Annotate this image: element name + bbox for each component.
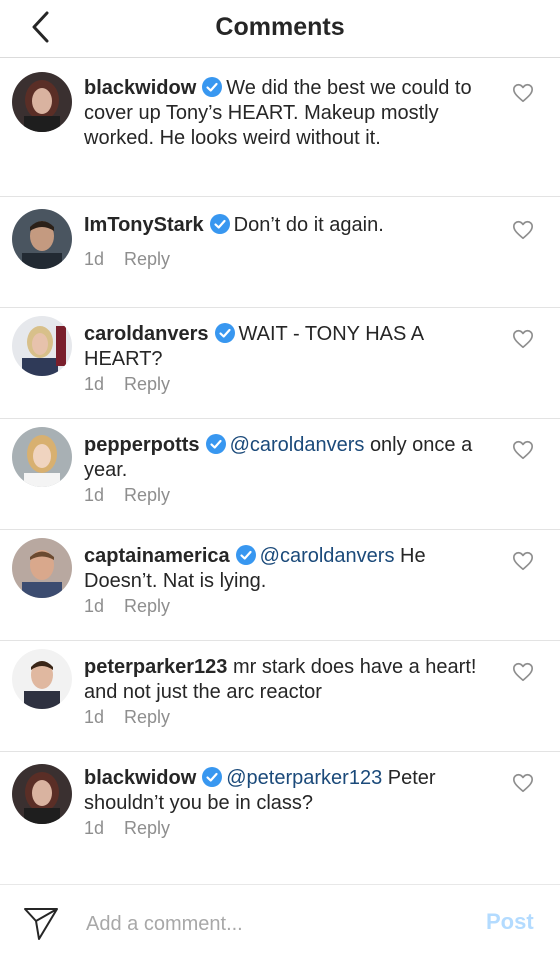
reply-button[interactable]: Reply	[124, 596, 170, 616]
comment-mention[interactable]: @peterparker123	[226, 767, 382, 789]
reply-button[interactable]: Reply	[124, 818, 170, 838]
comment-username[interactable]: peterparker123	[84, 656, 227, 678]
reply-button[interactable]: Reply	[124, 707, 170, 727]
blackwidow-avatar-icon	[12, 764, 72, 824]
comment-mention[interactable]: @caroldanvers	[230, 434, 365, 456]
comment-item: blackwidow We did the best we could to co…	[0, 58, 560, 197]
heart-icon[interactable]	[512, 772, 534, 794]
comment-time: 1d	[84, 249, 105, 269]
comment-meta: 1d Reply	[84, 596, 170, 617]
comment-time: 1d	[84, 707, 105, 727]
verified-badge-icon	[202, 77, 223, 97]
pepper-potts-avatar-icon	[12, 427, 72, 487]
header-bar: Comments	[0, 0, 560, 58]
page-title: Comments	[215, 13, 345, 41]
blackwidow-avatar-icon	[12, 72, 72, 132]
comment-item: captainamerica @caroldanvers He Doesn’t. …	[0, 530, 560, 641]
comment-body: peterparker123 mr stark does have a hear…	[84, 655, 504, 705]
comment-time: 1d	[84, 818, 105, 838]
heart-icon[interactable]	[512, 439, 534, 461]
comment-item: blackwidow @peterparker123 Peter shouldn’…	[0, 752, 560, 863]
carol-danvers-avatar-icon	[12, 316, 72, 376]
heart-icon[interactable]	[512, 661, 534, 683]
post-button[interactable]: Post	[486, 909, 534, 935]
tony-stark-avatar-icon	[12, 209, 72, 269]
comments-list: blackwidow We did the best we could to co…	[0, 58, 560, 863]
verified-badge-icon	[214, 323, 235, 343]
comment-time: 1d	[84, 596, 105, 616]
reply-button[interactable]: Reply	[124, 485, 170, 505]
comment-text: Don’t do it again.	[233, 214, 384, 236]
comment-username[interactable]: blackwidow	[84, 77, 196, 99]
comment-item: pepperpotts @caroldanvers only once a yea…	[0, 419, 560, 530]
comment-body: blackwidow We did the best we could to co…	[84, 76, 504, 151]
paper-plane-icon[interactable]	[22, 905, 60, 941]
comment-username[interactable]: captainamerica	[84, 545, 230, 567]
avatar[interactable]	[12, 316, 72, 376]
avatar[interactable]	[12, 427, 72, 487]
heart-icon[interactable]	[512, 219, 534, 241]
verified-badge-icon	[205, 434, 226, 454]
comment-input[interactable]	[84, 905, 468, 943]
comment-body: ImTonyStark Don’t do it again.	[84, 213, 504, 238]
captain-america-avatar-icon	[12, 538, 72, 598]
avatar[interactable]	[12, 538, 72, 598]
heart-icon[interactable]	[512, 328, 534, 350]
verified-badge-icon	[202, 767, 223, 787]
avatar[interactable]	[12, 649, 72, 709]
comment-username[interactable]: caroldanvers	[84, 323, 209, 345]
avatar[interactable]	[12, 72, 72, 132]
comment-username[interactable]: pepperpotts	[84, 434, 200, 456]
comment-meta: 1d Reply	[84, 485, 170, 506]
avatar[interactable]	[12, 209, 72, 269]
reply-button[interactable]: Reply	[124, 249, 170, 269]
comment-body: pepperpotts @caroldanvers only once a yea…	[84, 433, 504, 483]
peter-parker-avatar-icon	[12, 649, 72, 709]
comment-time: 1d	[84, 485, 105, 505]
reply-button[interactable]: Reply	[124, 374, 170, 394]
comment-item: peterparker123 mr stark does have a hear…	[0, 641, 560, 752]
heart-icon[interactable]	[512, 550, 534, 572]
comment-item: caroldanvers WAIT - TONY HAS A HEART? 1d R…	[0, 308, 560, 419]
comment-body: blackwidow @peterparker123 Peter shouldn’…	[84, 766, 504, 816]
comment-meta: 1d Reply	[84, 707, 170, 728]
comment-mention[interactable]: @caroldanvers	[260, 545, 395, 567]
comment-time: 1d	[84, 374, 105, 394]
comment-body: captainamerica @caroldanvers He Doesn’t. …	[84, 544, 504, 594]
comment-meta: 1d Reply	[84, 818, 170, 839]
verified-badge-icon	[209, 214, 230, 234]
comment-item: ImTonyStark Don’t do it again. 1d Reply	[0, 197, 560, 308]
comment-meta: 1d Reply	[84, 249, 170, 270]
avatar[interactable]	[12, 764, 72, 824]
heart-icon[interactable]	[512, 82, 534, 104]
comment-body: caroldanvers WAIT - TONY HAS A HEART?	[84, 322, 504, 372]
comment-username[interactable]: ImTonyStark	[84, 214, 204, 236]
comment-composer: Post	[0, 884, 560, 960]
verified-badge-icon	[235, 545, 256, 565]
comment-username[interactable]: blackwidow	[84, 767, 196, 789]
comment-meta: 1d Reply	[84, 374, 170, 395]
